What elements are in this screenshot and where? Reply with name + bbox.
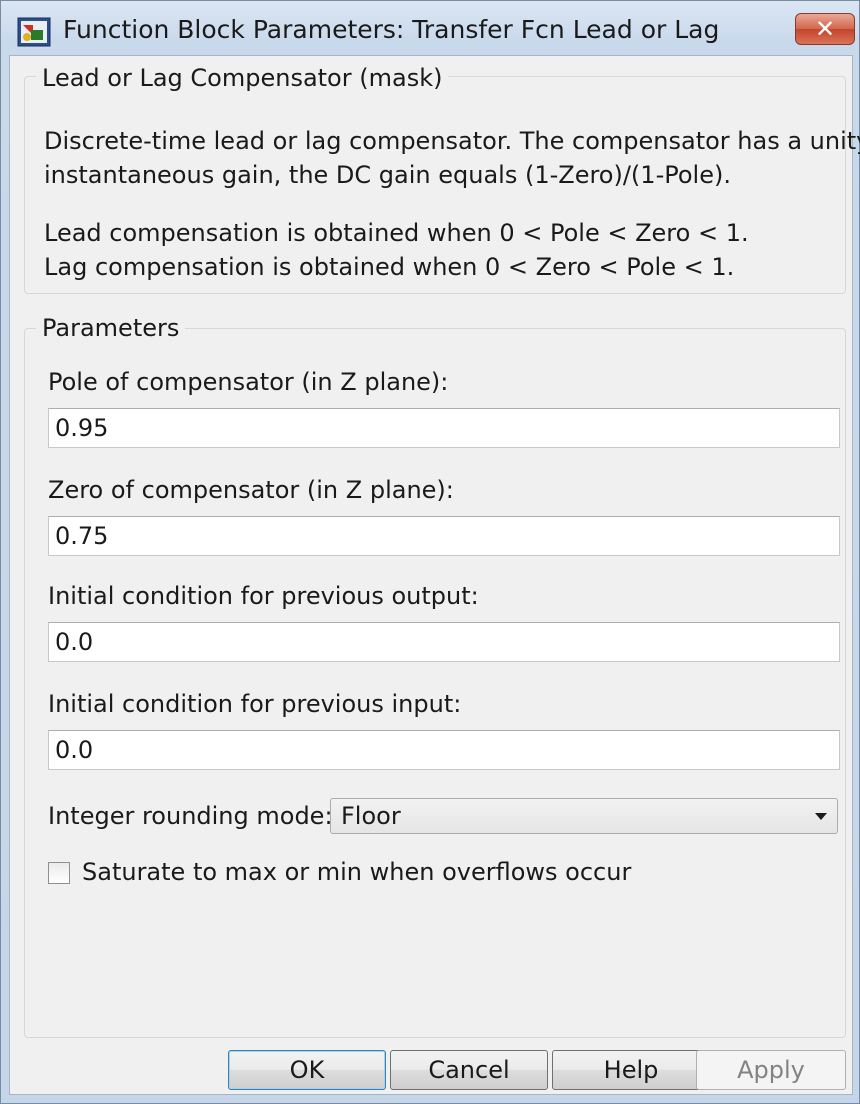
ic-input-label: Initial condition for previous input: <box>48 690 462 718</box>
window-title: Function Block Parameters: Transfer Fcn … <box>63 15 720 44</box>
pole-label: Pole of compensator (in Z plane): <box>48 368 449 396</box>
apply-button[interactable]: Apply <box>696 1050 846 1090</box>
mask-description-line-3: Lead compensation is obtained when 0 < P… <box>44 219 749 247</box>
zero-label: Zero of compensator (in Z plane): <box>48 476 454 504</box>
dialog-client-area: Lead or Lag Compensator (mask) Discrete-… <box>9 55 860 1095</box>
zero-input[interactable] <box>48 516 840 556</box>
title-bar[interactable]: Function Block Parameters: Transfer Fcn … <box>1 1 859 55</box>
rounding-mode-select[interactable]: Floor <box>330 798 838 834</box>
help-button[interactable]: Help <box>552 1050 710 1090</box>
ic-output-input[interactable] <box>48 622 840 662</box>
rounding-mode-value: Floor <box>341 802 401 830</box>
cancel-button[interactable]: Cancel <box>390 1050 548 1090</box>
mask-description-line-2: instantaneous gain, the DC gain equals (… <box>44 161 731 189</box>
mask-legend: Lead or Lag Compensator (mask) <box>36 64 449 92</box>
parameters-legend: Parameters <box>36 314 186 342</box>
ok-button[interactable]: OK <box>228 1050 386 1090</box>
saturate-label[interactable]: Saturate to max or min when overflows oc… <box>82 858 631 886</box>
mask-description-line-1: Discrete-time lead or lag compensator. T… <box>44 127 860 155</box>
close-icon: ✕ <box>814 15 836 43</box>
close-button[interactable]: ✕ <box>795 13 855 45</box>
dialog-window: Function Block Parameters: Transfer Fcn … <box>0 0 860 1104</box>
chevron-down-icon <box>815 813 827 820</box>
simulink-block-icon <box>17 17 51 47</box>
rounding-mode-label: Integer rounding mode: <box>48 802 333 830</box>
mask-description-line-4: Lag compensation is obtained when 0 < Ze… <box>44 253 735 281</box>
ic-output-label: Initial condition for previous output: <box>48 582 479 610</box>
saturate-checkbox[interactable] <box>48 862 70 884</box>
ic-input-input[interactable] <box>48 730 840 770</box>
pole-input[interactable] <box>48 408 840 448</box>
